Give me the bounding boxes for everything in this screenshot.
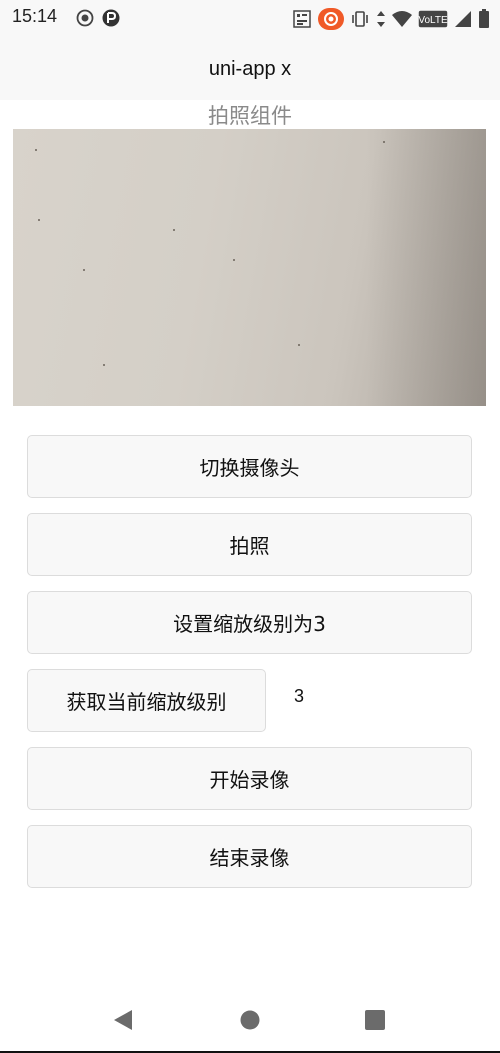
start-record-button[interactable]: 开始录像: [27, 747, 472, 810]
home-icon[interactable]: [240, 1010, 260, 1034]
stop-record-button[interactable]: 结束录像: [27, 825, 472, 888]
nav-title: uni-app x: [208, 58, 292, 80]
volte-icon: VoLTE: [418, 10, 448, 32]
section-title: 拍照组件: [208, 104, 292, 128]
camera-speck: [173, 229, 175, 231]
back-icon[interactable]: [113, 1009, 133, 1035]
battery-icon: [478, 9, 490, 33]
recents-icon[interactable]: [365, 1010, 385, 1034]
status-time: 15:14: [12, 6, 58, 26]
system-nav-bar: [0, 990, 500, 1053]
camera-preview[interactable]: [13, 129, 486, 406]
camera-speck: [83, 269, 85, 271]
camera-speck: [383, 141, 385, 143]
camera-speck: [233, 259, 235, 261]
take-photo-button[interactable]: 拍照: [27, 513, 472, 576]
volte-label: VoLTE: [418, 15, 448, 26]
set-zoom-button[interactable]: 设置缩放级别为3: [27, 591, 472, 654]
camera-speck: [298, 344, 300, 346]
camera-active-icon: [318, 8, 344, 34]
camera-speck: [103, 364, 105, 366]
camera-speck: [35, 149, 37, 151]
sim-card-icon: [292, 9, 312, 33]
vibrate-icon: [350, 10, 370, 32]
camera-speck: [38, 219, 40, 221]
data-arrows-icon: [376, 10, 386, 32]
signal-icon: [454, 10, 472, 32]
switch-camera-button[interactable]: 切换摄像头: [27, 435, 472, 498]
record-icon: [76, 9, 94, 31]
nav-bar: uni-app x: [0, 36, 500, 100]
app-icon: [102, 9, 120, 31]
wifi-icon: [392, 10, 412, 32]
status-left-icons: [76, 9, 120, 31]
status-right-icons: VoLTE: [292, 8, 490, 34]
get-zoom-button[interactable]: 获取当前缩放级别: [27, 669, 266, 732]
camera-shade: [366, 129, 486, 406]
zoom-value: 3: [294, 686, 305, 706]
status-bar: 15:14 VoLTE: [0, 0, 500, 36]
